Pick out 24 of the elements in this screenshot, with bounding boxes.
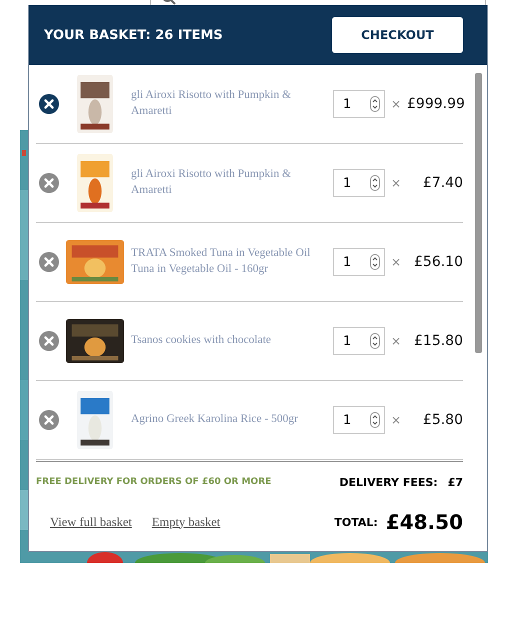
item-price: £15.80 [413, 333, 463, 349]
multiply-sign: × [390, 413, 401, 427]
item-price: £56.10 [413, 254, 463, 270]
multiply-sign: × [390, 334, 401, 348]
basket-link[interactable]: Empty basket [152, 514, 220, 530]
item-price: £5.80 [422, 412, 463, 428]
quantity-field[interactable]: 1 [332, 406, 385, 434]
quantity-field[interactable]: 1 [332, 90, 385, 118]
multiply-sign: × [390, 97, 401, 111]
multiply-sign: × [390, 255, 401, 269]
item-price: £7.40 [422, 175, 463, 191]
delivery-fees-value: £7 [448, 476, 463, 488]
quantity-field[interactable]: 1 [332, 327, 385, 355]
delivery-fees-label: DELIVERY FEES: [339, 476, 438, 488]
total-value: £48.50 [386, 510, 463, 534]
basket-title: YOUR BASKET: 26 ITEMS [44, 28, 223, 42]
item-price: £999.99 [407, 96, 463, 112]
free-delivery-note: FREE DELIVERY FOR ORDERS OF £60 OR MORE [36, 477, 272, 487]
basket-link[interactable]: View full basket [50, 514, 132, 530]
checkout-button[interactable]: CHECKOUT [332, 17, 463, 53]
multiply-sign: × [390, 176, 401, 190]
quantity-field[interactable]: 1 [332, 248, 385, 276]
total-label: TOTAL: [334, 516, 378, 528]
quantity-field[interactable]: 1 [332, 169, 385, 197]
